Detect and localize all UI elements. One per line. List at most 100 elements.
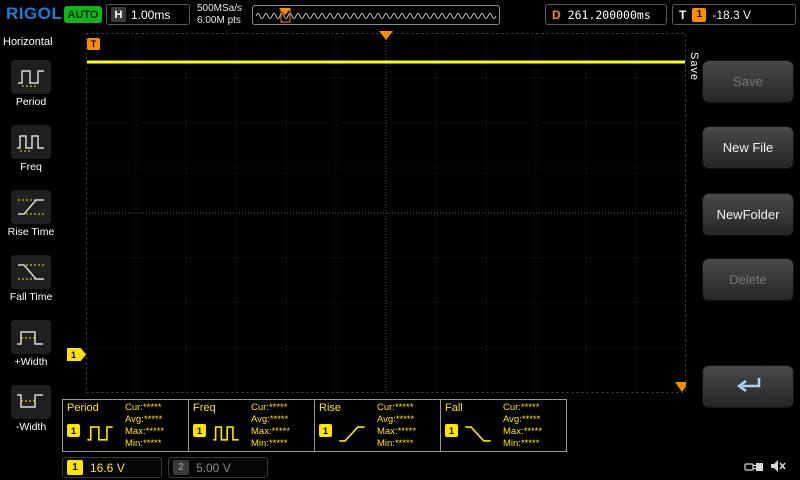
channel1-status[interactable]: 1 16.6 V: [62, 457, 162, 478]
memory-waveform-path: [256, 14, 496, 19]
sidebar-item-label: Rise Time: [8, 227, 55, 238]
measurement-name: Fall: [445, 402, 463, 414]
sidebar-item-period[interactable]: Period: [0, 60, 62, 125]
stat-max: Max:*****: [125, 426, 164, 438]
menu-button-new-folder[interactable]: NewFolder: [702, 193, 794, 236]
sidebar-item-label: +Width: [15, 357, 48, 368]
period-wave-icon: [85, 422, 115, 451]
enter-button[interactable]: [702, 365, 794, 408]
channel2-status[interactable]: 2 5.00 V: [168, 457, 268, 478]
trigger-box[interactable]: T 1 -18.3 V: [672, 4, 796, 25]
stat-avg: Avg:*****: [377, 414, 416, 426]
timebase-value: 1.00ms: [131, 8, 170, 22]
menu-tab-save: Save: [688, 52, 700, 81]
sidebar-item-minus-width[interactable]: -Width: [0, 385, 62, 450]
sidebar-item-plus-width[interactable]: +Width: [0, 320, 62, 385]
sidebar-items: Period Freq Rise Time Fall Time: [0, 60, 62, 450]
freq-icon: [11, 125, 51, 159]
stat-min: Min:*****: [377, 438, 416, 450]
stat-avg: Avg:*****: [503, 414, 542, 426]
ch1-marker-label: 1: [71, 350, 76, 360]
return-arrow-icon: [728, 374, 768, 399]
rise-time-icon: [11, 190, 51, 224]
horizontal-timebase-box[interactable]: H 1.00ms: [106, 4, 190, 25]
trigger-position-marker[interactable]: [379, 31, 393, 40]
measurement-name: Period: [67, 402, 99, 414]
menu-button-save[interactable]: Save: [702, 60, 794, 103]
measurement-row: Period 1 Cur:***** Avg:***** Max:***** M…: [62, 399, 566, 452]
top-status-bar: RIGOL AUTO H 1.00ms 500MSa/s 6.00M pts D…: [0, 0, 800, 30]
sidebar-item-label: -Width: [16, 422, 46, 433]
freq-wave-icon: [211, 422, 241, 451]
stat-min: Min:*****: [251, 438, 290, 450]
measurement-panel-rise[interactable]: Rise 1 Cur:***** Avg:***** Max:***** Min…: [314, 399, 441, 452]
horizontal-measure-sidebar: Horizontal Period Freq Rise Time: [0, 30, 62, 456]
sidebar-item-freq[interactable]: Freq: [0, 125, 62, 190]
plus-width-icon: [11, 320, 51, 354]
sidebar-title: Horizontal: [0, 30, 62, 54]
ch1-level-marker[interactable]: 1: [67, 348, 86, 361]
usb-icon: [744, 459, 764, 480]
measurement-panel-period[interactable]: Period 1 Cur:***** Avg:***** Max:***** M…: [62, 399, 189, 452]
trigger-level-value: -18.3 V: [712, 8, 751, 22]
fall-time-icon: [11, 255, 51, 289]
stat-max: Max:*****: [251, 426, 290, 438]
stat-min: Min:*****: [503, 438, 542, 450]
memory-waveform-icon: [253, 6, 499, 24]
delay-label: D: [552, 8, 561, 22]
rise-wave-icon: [337, 422, 367, 451]
channel1-scale: 16.6 V: [90, 461, 125, 475]
period-icon: [11, 60, 51, 94]
measurement-stats: Cur:***** Avg:***** Max:***** Min:*****: [503, 402, 542, 450]
sidebar-item-fall-time[interactable]: Fall Time: [0, 255, 62, 320]
speaker-muted-icon[interactable]: [770, 459, 788, 480]
stat-cur: Cur:*****: [251, 402, 290, 414]
stat-min: Min:*****: [125, 438, 164, 450]
stat-avg: Avg:*****: [125, 414, 164, 426]
channel-badge: 1: [67, 424, 80, 437]
channel1-badge: 1: [67, 460, 83, 475]
measurement-name: Freq: [193, 402, 216, 414]
delay-box[interactable]: D 261.200000ms: [545, 4, 667, 25]
oscilloscope-screen: RIGOL AUTO H 1.00ms 500MSa/s 6.00M pts D…: [0, 0, 800, 480]
measurement-stats: Cur:***** Avg:***** Max:***** Min:*****: [251, 402, 290, 450]
memory-position-strip[interactable]: [252, 5, 500, 25]
trigger-label: T: [679, 8, 686, 22]
minus-width-icon: [11, 385, 51, 419]
horizontal-label: H: [111, 7, 126, 22]
fall-wave-icon: [463, 422, 493, 451]
waveform-display[interactable]: T 1: [62, 30, 686, 398]
menu-button-delete[interactable]: Delete: [702, 258, 794, 301]
sidebar-item-rise-time[interactable]: Rise Time: [0, 190, 62, 255]
stat-avg: Avg:*****: [251, 414, 290, 426]
measurement-panel-freq[interactable]: Freq 1 Cur:***** Avg:***** Max:***** Min…: [188, 399, 315, 452]
delay-reference-marker: T: [87, 38, 100, 50]
stat-cur: Cur:*****: [125, 402, 164, 414]
measurement-stats: Cur:***** Avg:***** Max:***** Min:*****: [125, 402, 164, 450]
save-menu: Save Save New File NewFolder Delete: [686, 30, 800, 456]
trigger-source-icon: 1: [692, 8, 706, 22]
sidebar-item-label: Period: [16, 97, 46, 108]
acquisition-info: 500MSa/s 6.00M pts: [197, 3, 242, 27]
graticule-grid: [86, 33, 686, 393]
sidebar-item-label: Freq: [20, 162, 42, 173]
sample-rate: 500MSa/s: [197, 3, 242, 15]
menu-button-new-file[interactable]: New File: [702, 126, 794, 169]
channel-badge: 1: [445, 424, 458, 437]
stat-cur: Cur:*****: [377, 402, 416, 414]
measurement-panel-fall[interactable]: Fall 1 Cur:***** Avg:***** Max:***** Min…: [440, 399, 567, 452]
channel2-scale: 5.00 V: [196, 461, 231, 475]
run-status-badge[interactable]: AUTO: [64, 6, 102, 23]
stat-cur: Cur:*****: [503, 402, 542, 414]
memory-depth: 6.00M pts: [197, 15, 242, 27]
measurement-stats: Cur:***** Avg:***** Max:***** Min:*****: [377, 402, 416, 450]
channel-badge: 1: [319, 424, 332, 437]
stat-max: Max:*****: [377, 426, 416, 438]
measurement-name: Rise: [319, 402, 341, 414]
sidebar-item-label: Fall Time: [10, 292, 53, 303]
delay-marker-label: T: [91, 39, 97, 49]
delay-value: 261.200000ms: [568, 8, 651, 22]
channel2-badge: 2: [173, 460, 189, 475]
channel-status-bar: 1 16.6 V 2 5.00 V: [0, 456, 800, 480]
channel-badge: 1: [193, 424, 206, 437]
